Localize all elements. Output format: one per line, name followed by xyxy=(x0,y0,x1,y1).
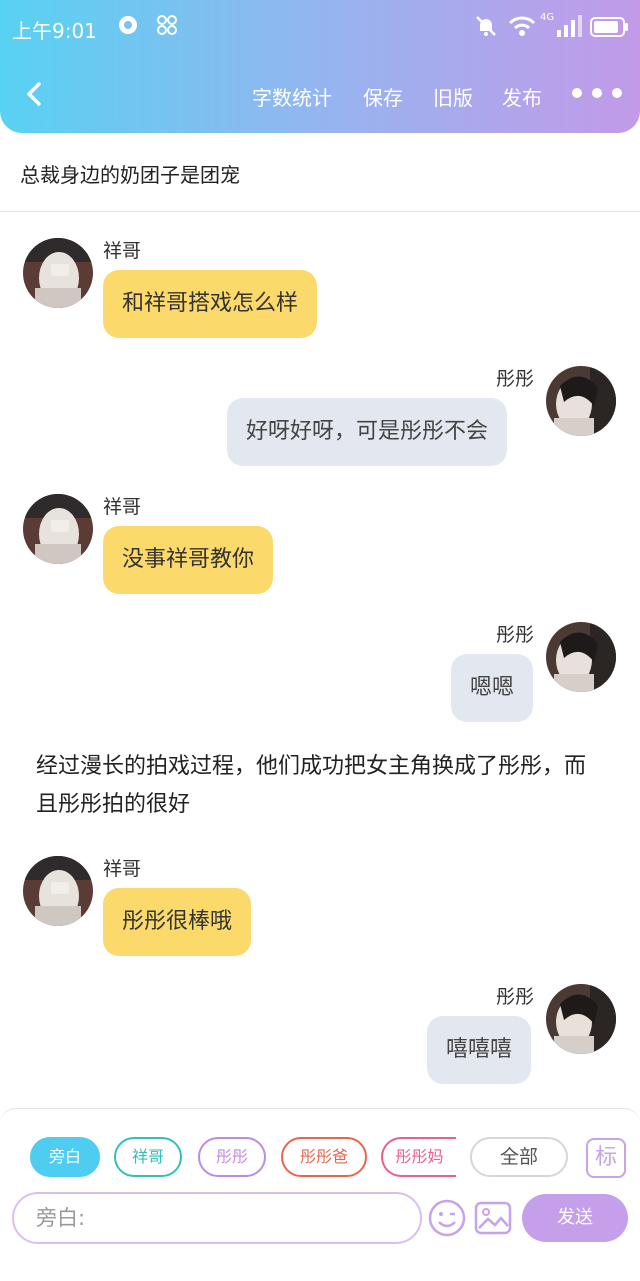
image-icon[interactable] xyxy=(473,1198,513,1242)
role-chip-xiangge[interactable]: 祥哥 xyxy=(114,1137,182,1177)
speaker-name: 祥哥 xyxy=(103,858,142,880)
flower-icon xyxy=(117,14,139,40)
mute-bell-icon xyxy=(474,14,498,42)
avatar-tongtong[interactable] xyxy=(546,366,616,436)
chat-bubble-right[interactable]: 嗯嗯 xyxy=(451,654,534,722)
speaker-name: 祥哥 xyxy=(103,240,142,262)
chat-bubble-right[interactable]: 嘻嘻嘻 xyxy=(427,1016,532,1084)
story-title-bar: 总裁身边的奶团子是团宠 xyxy=(0,133,640,212)
gamepad-icon xyxy=(156,14,178,40)
speaker-name: 彤彤 xyxy=(496,986,535,1008)
publish-button[interactable]: 发布 xyxy=(502,82,542,111)
role-chip-tongtong[interactable]: 彤彤 xyxy=(198,1137,266,1177)
back-button[interactable] xyxy=(20,78,52,110)
speaker-name: 祥哥 xyxy=(103,496,142,518)
role-chip-dad[interactable]: 彤彤爸 xyxy=(281,1137,367,1177)
chevron-left-icon xyxy=(27,82,41,106)
old-version-button[interactable]: 旧版 xyxy=(433,82,473,111)
narration-text[interactable]: 经过漫长的拍戏过程，他们成功把女主角换成了彤彤，而且彤彤拍的很好 xyxy=(36,748,596,824)
speaker-name: 彤彤 xyxy=(496,368,535,390)
chat-bubble-left[interactable]: 没事祥哥教你 xyxy=(103,526,274,594)
status-time: 上午9:01 xyxy=(12,19,97,43)
avatar-xiangge[interactable] xyxy=(23,494,93,564)
label-button[interactable]: 标 xyxy=(586,1138,626,1178)
battery-icon xyxy=(590,16,630,42)
chat-bubble-right[interactable]: 好呀好呀，可是彤彤不会 xyxy=(227,398,508,466)
avatar-tongtong[interactable] xyxy=(546,984,616,1054)
top-header: 上午9:01 4G 字数统计 保存 旧版 发布 xyxy=(0,0,640,133)
message-input[interactable]: 旁白: xyxy=(12,1192,422,1244)
send-button[interactable]: 发送 xyxy=(522,1194,628,1242)
chat-bubble-left[interactable]: 和祥哥搭戏怎么样 xyxy=(103,270,318,338)
role-chip-all[interactable]: 全部 xyxy=(470,1137,568,1177)
emoji-icon[interactable] xyxy=(427,1198,467,1242)
avatar-xiangge[interactable] xyxy=(23,856,93,926)
word-count-button[interactable]: 字数统计 xyxy=(252,82,332,111)
signal-icon xyxy=(556,14,582,42)
speaker-name: 彤彤 xyxy=(496,624,535,646)
avatar-tongtong[interactable] xyxy=(546,622,616,692)
role-chip-narrator[interactable]: 旁白 xyxy=(30,1137,100,1177)
role-chip-mom[interactable]: 彤彤妈 xyxy=(381,1137,456,1177)
network-type: 4G xyxy=(540,12,555,23)
save-button[interactable]: 保存 xyxy=(363,82,403,111)
more-dots-icon[interactable] xyxy=(572,88,622,98)
story-title[interactable]: 总裁身边的奶团子是团宠 xyxy=(20,159,240,188)
avatar-xiangge[interactable] xyxy=(23,238,93,308)
wifi-icon xyxy=(508,14,536,42)
chat-bubble-left[interactable]: 彤彤很棒哦 xyxy=(103,888,252,956)
